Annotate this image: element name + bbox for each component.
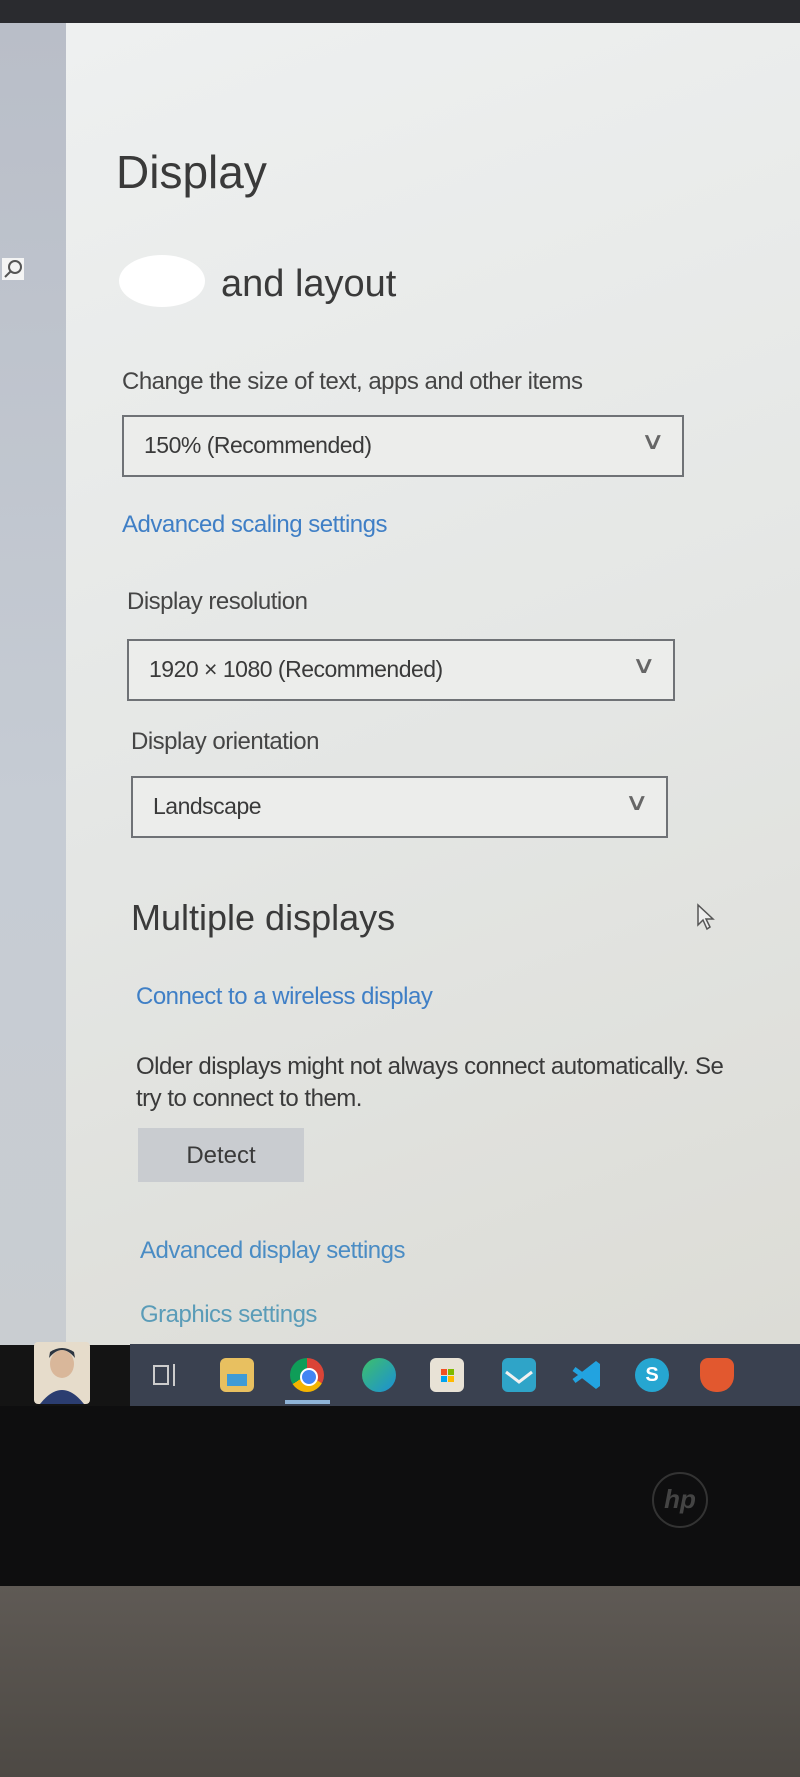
settings-sidebar: [0, 23, 66, 1345]
orientation-label: Display orientation: [131, 728, 319, 755]
older-displays-note-line1: Older displays might not always connect …: [136, 1053, 724, 1080]
older-displays-note-line2: try to connect to them.: [136, 1085, 362, 1112]
scale-value: 150% (Recommended): [144, 432, 372, 458]
orientation-value: Landscape: [153, 793, 262, 819]
user-avatar: [34, 1342, 90, 1404]
scale-label: Change the size of text, apps and other …: [122, 368, 583, 395]
scale-dropdown[interactable]: 150% (Recommended) ∨: [122, 415, 684, 477]
redaction-blob: [119, 255, 205, 307]
section-title: and layout: [221, 263, 397, 305]
taskbar: S: [130, 1344, 800, 1406]
brave-icon[interactable]: [700, 1358, 734, 1392]
display-settings-page: Display and layout Change the size of te…: [66, 23, 800, 1345]
advanced-scaling-link[interactable]: Advanced scaling settings: [122, 511, 388, 539]
resolution-label: Display resolution: [127, 588, 308, 615]
search-icon[interactable]: [2, 258, 24, 280]
task-view-icon[interactable]: [148, 1358, 182, 1392]
chrome-icon[interactable]: [290, 1358, 324, 1392]
chevron-down-icon: ∨: [640, 428, 666, 455]
hp-logo: hp: [652, 1472, 708, 1528]
orientation-dropdown[interactable]: Landscape ∨: [131, 776, 668, 838]
active-app-indicator: [285, 1400, 330, 1404]
mouse-cursor-icon: [696, 903, 716, 936]
mail-icon[interactable]: [502, 1358, 536, 1392]
chevron-down-icon: ∨: [631, 652, 657, 679]
page-title: Display: [116, 146, 267, 198]
advanced-display-settings-link[interactable]: Advanced display settings: [140, 1237, 406, 1265]
connect-wireless-link[interactable]: Connect to a wireless display: [136, 983, 433, 1011]
resolution-dropdown[interactable]: 1920 × 1080 (Recommended) ∨: [127, 639, 675, 701]
multiple-displays-heading: Multiple displays: [131, 897, 396, 938]
store-icon[interactable]: [430, 1358, 464, 1392]
resolution-value: 1920 × 1080 (Recommended): [149, 656, 443, 682]
edge-icon[interactable]: [362, 1358, 396, 1392]
file-explorer-icon[interactable]: [220, 1358, 254, 1392]
detect-button[interactable]: Detect: [138, 1128, 304, 1182]
skype-icon[interactable]: S: [635, 1358, 669, 1392]
screen-top-bezel: [0, 0, 800, 23]
chevron-down-icon: ∨: [624, 789, 650, 816]
vscode-icon[interactable]: [570, 1358, 604, 1392]
laptop-keyboard-deck: [0, 1586, 800, 1777]
graphics-settings-link[interactable]: Graphics settings: [140, 1301, 317, 1329]
